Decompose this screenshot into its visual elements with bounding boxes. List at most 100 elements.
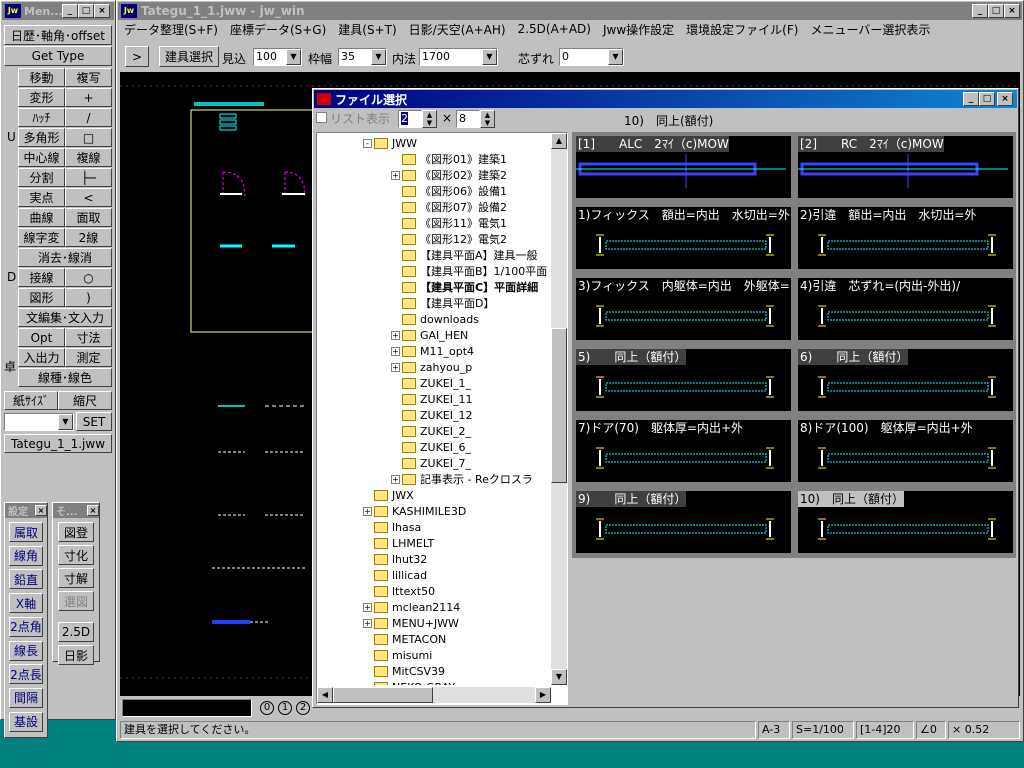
tree-item[interactable]: ZUKEI_11 <box>391 391 473 407</box>
scroll-down-arrow[interactable]: ▼ <box>551 669 567 685</box>
tool-10-left-button[interactable]: 接線 <box>18 268 65 287</box>
thumbnail-cell[interactable]: 1)フィックス 額出=内出 水切出=外 <box>574 205 793 271</box>
dialog-maximize-button[interactable]: □ <box>979 92 995 106</box>
status-scale[interactable]: S=1/100 <box>792 721 854 739</box>
tool-7-left-button[interactable]: 曲線 <box>18 208 65 227</box>
tool-1-right-button[interactable]: + <box>65 88 112 107</box>
tree-item[interactable]: 【建具平面C】平面詳細 <box>391 279 538 295</box>
expand-toggle-icon[interactable]: - <box>363 138 372 148</box>
menu-item-3[interactable]: 日影/天空(A+AH) <box>403 21 512 38</box>
scroll-up-arrow[interactable]: ▲ <box>551 133 567 149</box>
other-palette-button-4[interactable]: 2.5D <box>58 622 94 642</box>
tool-6-right-button[interactable]: < <box>65 188 112 207</box>
tool-1-left-button[interactable]: 変形 <box>18 88 65 107</box>
tool-8-left-button[interactable]: 線字変 <box>18 228 65 247</box>
tool-11-right-button[interactable]: ) <box>65 288 112 307</box>
settings-palette-close-button[interactable]: × <box>35 505 47 516</box>
tool-2-right-button[interactable]: / <box>65 108 112 127</box>
arrow-button[interactable]: > <box>125 46 149 67</box>
other-palette-button-5[interactable]: 日影 <box>58 645 94 665</box>
expand-toggle-icon[interactable]: + <box>391 170 400 180</box>
side-minimize-button[interactable]: _ <box>62 4 78 18</box>
rows-spinner[interactable]: 8 <box>456 110 480 128</box>
tool-6-left-button[interactable]: 実点 <box>18 188 65 207</box>
menu-item-6[interactable]: 環境設定ファイル(F) <box>680 21 804 38</box>
tool-12-button[interactable]: 文編集･文入力 <box>18 308 112 327</box>
thumbnail-cell[interactable]: 2)引違 額出=内出 水切出=外 <box>796 205 1015 271</box>
other-palette-button-0[interactable]: 図登 <box>58 522 94 542</box>
columns-spin-buttons[interactable]: ▲ ▼ <box>422 110 437 128</box>
list-display-checkbox[interactable] <box>316 112 327 123</box>
set-button[interactable]: SET <box>76 412 112 431</box>
tree-item[interactable]: 《図形06》設備1 <box>391 183 507 199</box>
expand-toggle-icon[interactable]: + <box>391 474 400 484</box>
tool-13-right-button[interactable]: 寸法 <box>65 328 112 347</box>
expand-toggle-icon[interactable]: + <box>363 618 372 628</box>
settings-palette-button-0[interactable]: 属取 <box>9 522 43 542</box>
uchinori-combo[interactable]: 1700 ▼ <box>419 48 498 66</box>
main-titlebar[interactable]: Jw Tategu_1_1.jww - jw_win <box>118 2 1022 20</box>
tree-item[interactable]: 《図形11》電気1 <box>391 215 507 231</box>
thumbnail-cell[interactable]: 4)引違 芯ずれ=(内出-外出)/ <box>796 276 1015 342</box>
expand-toggle-icon[interactable]: + <box>391 346 400 356</box>
tool-4-right-button[interactable]: 複線 <box>65 148 112 167</box>
tool-15-button[interactable]: 線種･線色 <box>18 368 112 387</box>
settings-palette-button-4[interactable]: 2点角 <box>9 616 43 637</box>
other-palette-button-1[interactable]: 寸化 <box>58 545 94 565</box>
menu-item-4[interactable]: 2.5D(A+AD) <box>512 22 597 36</box>
tool-5-left-button[interactable]: 分割 <box>18 168 65 187</box>
tree-item[interactable]: lhut32 <box>363 551 427 567</box>
menu-item-1[interactable]: 座標データ(S+G) <box>224 21 332 38</box>
main-maximize-button[interactable]: □ <box>988 4 1004 18</box>
tree-item[interactable]: 【建具平面A】建具一般 <box>391 247 538 263</box>
tool-0-right-button[interactable]: 複写 <box>65 68 112 87</box>
expand-toggle-icon[interactable]: + <box>363 602 372 612</box>
scroll-left-arrow[interactable]: ◀ <box>317 687 333 703</box>
tree-item[interactable]: + M11_opt4 <box>391 343 474 359</box>
thumbnail-cell[interactable]: 6) 同上（額付） <box>796 347 1015 413</box>
tree-item[interactable]: + KASHIMILE3D <box>363 503 466 519</box>
other-palette-close-button[interactable]: × <box>87 505 99 516</box>
dialog-titlebar[interactable]: ファイル選択 <box>314 90 1017 108</box>
tree-item[interactable]: 《図形12》電気2 <box>391 231 507 247</box>
tree-item[interactable]: + mclean2114 <box>363 599 460 615</box>
tool-0-left-button[interactable]: 移動 <box>18 68 65 87</box>
tree-item[interactable]: + 記事表示 - Reクロスラ <box>391 471 533 487</box>
status-angle[interactable]: ∠0 <box>916 721 946 739</box>
scroll-hthumb[interactable] <box>333 687 433 703</box>
tool-10-right-button[interactable]: ○ <box>65 268 112 287</box>
tree-item[interactable]: 《図形01》建築1 <box>391 151 507 167</box>
tree-item[interactable]: ZUKEI_6_ <box>391 439 471 455</box>
tree-item[interactable]: MitCSV39 <box>363 663 445 679</box>
tool-2-left-button[interactable]: ﾊｯﾁ <box>18 108 65 127</box>
thumbnail-cell[interactable]: 5) 同上（額付） <box>574 347 793 413</box>
layer-combo[interactable]: ▼ <box>4 413 74 431</box>
thumbnail-cell[interactable]: 9) 同上（額付） <box>574 489 793 555</box>
rows-spin-buttons[interactable]: ▲ ▼ <box>480 110 495 128</box>
tool-13-left-button[interactable]: Opt <box>18 328 65 347</box>
other-palette-button-2[interactable]: 寸解 <box>58 568 94 588</box>
tool-9-button[interactable]: 消去･線消 <box>18 248 112 267</box>
thumbnail-cell[interactable]: [2] RC 2ﾏｲ（c)MOW <box>796 134 1015 200</box>
menu-item-7[interactable]: メニューバー選択表示 <box>804 21 936 38</box>
get-type-button[interactable]: Get Type <box>4 46 112 66</box>
tree-item[interactable]: LHMELT <box>363 535 434 551</box>
mikomi-combo[interactable]: 100 ▼ <box>253 48 302 66</box>
status-layer[interactable]: [1-4]20 <box>856 721 914 739</box>
tool-7-right-button[interactable]: 面取 <box>65 208 112 227</box>
expand-toggle-icon[interactable]: + <box>391 330 400 340</box>
tool-14-left-button[interactable]: 入出力 <box>18 348 65 367</box>
tool-11-left-button[interactable]: 図形 <box>18 288 65 307</box>
shinzure-combo[interactable]: 0 ▼ <box>559 48 624 66</box>
tree-item[interactable]: JWX <box>363 487 414 503</box>
settings-palette-button-5[interactable]: 線長 <box>9 640 43 661</box>
tree-item[interactable]: NEKO GRAY <box>363 679 455 685</box>
expand-toggle-icon[interactable]: + <box>391 362 400 372</box>
folder-tree[interactable]: - JWW 《図形01》建築1 + 《図形02》建築2 《図形06》設備1 《図形07》設備… <box>316 132 568 705</box>
dialog-close-button[interactable]: × <box>997 92 1013 106</box>
circle-2-button[interactable]: 2 <box>296 701 310 715</box>
tool-5-right-button[interactable]: ├─ <box>65 168 112 187</box>
columns-spinner[interactable]: 2 <box>398 110 422 128</box>
tree-item[interactable]: + GAI_HEN <box>391 327 468 343</box>
other-palette-button-3[interactable]: 選図 <box>58 591 94 611</box>
